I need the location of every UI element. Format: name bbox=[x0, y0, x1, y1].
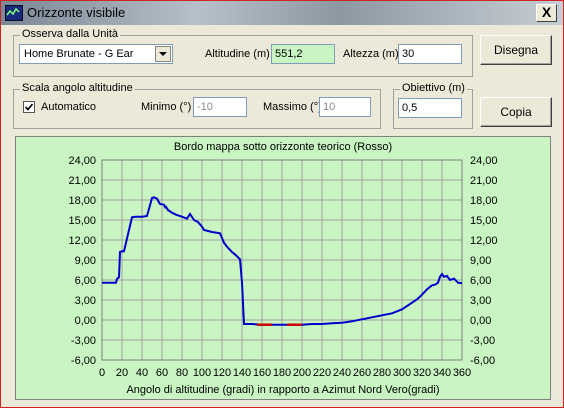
y-tick-label: 0,00 bbox=[470, 315, 491, 327]
x-tick-label: 320 bbox=[413, 367, 431, 379]
y-tick-label: 18,00 bbox=[68, 195, 96, 207]
x-tick-label: 40 bbox=[136, 367, 148, 379]
x-tick-label: 240 bbox=[333, 367, 351, 379]
chart-title: Bordo mappa sotto orizzonte teorico (Ros… bbox=[174, 141, 392, 153]
y-ticks-right: 24,00 21,00 18,00 15,00 12,00 9,00 6,00 3,00 0,0… bbox=[470, 155, 498, 367]
x-tick-label: 0 bbox=[99, 367, 105, 379]
y-tick-label: 6,00 bbox=[75, 275, 96, 287]
x-tick-label: 60 bbox=[156, 367, 168, 379]
title-bar[interactable]: Orizzonte visibile X bbox=[1, 1, 563, 25]
y-tick-label: 21,00 bbox=[470, 175, 498, 187]
y-tick-label: -3,00 bbox=[470, 335, 495, 347]
y-tick-label: 9,00 bbox=[75, 255, 96, 267]
y-tick-label: 24,00 bbox=[470, 155, 498, 167]
altitude-label: Altitudine (m) bbox=[205, 48, 270, 60]
x-tick-label: 340 bbox=[433, 367, 451, 379]
x-tick-label: 120 bbox=[213, 367, 231, 379]
unit-select-value: Home Brunate - G Ear bbox=[24, 48, 134, 60]
automatic-checkbox[interactable] bbox=[23, 101, 35, 113]
x-tick-label: 80 bbox=[176, 367, 188, 379]
window-title: Orizzonte visibile bbox=[27, 5, 126, 20]
y-tick-label: 24,00 bbox=[68, 155, 96, 167]
y-tick-label: 15,00 bbox=[470, 215, 498, 227]
altitude-field[interactable]: 551,2 bbox=[271, 44, 335, 64]
y-tick-label: 15,00 bbox=[68, 215, 96, 227]
automatic-label: Automatico bbox=[41, 101, 97, 113]
y-ticks-left: 24,00 21,00 18,00 15,00 12,00 9,00 6,00 3,00 0,0… bbox=[68, 155, 96, 367]
x-ticks: 0 20 40 60 80 100 120 140 160 180 200 220 240 260 280 3… bbox=[99, 367, 471, 379]
draw-button[interactable]: Disegna bbox=[480, 35, 552, 65]
x-tick-label: 200 bbox=[293, 367, 311, 379]
x-tick-label: 140 bbox=[233, 367, 251, 379]
min-label: Minimo (°) bbox=[141, 101, 192, 113]
x-tick-label: 260 bbox=[353, 367, 371, 379]
chevron-down-icon[interactable] bbox=[155, 46, 171, 62]
checkmark-icon bbox=[24, 103, 34, 111]
x-tick-label: 360 bbox=[453, 367, 471, 379]
y-tick-label: 0,00 bbox=[75, 315, 96, 327]
y-tick-label: 21,00 bbox=[68, 175, 96, 187]
unit-select[interactable]: Home Brunate - G Ear bbox=[19, 44, 173, 64]
objective-field[interactable]: 0,5 bbox=[398, 98, 462, 118]
objective-group-label: Obiettivo (m) bbox=[400, 82, 467, 94]
unit-group-label: Osserva dalla Unità bbox=[20, 28, 120, 40]
horizon-chart: Bordo mappa sotto orizzonte teorico (Ros… bbox=[68, 141, 498, 396]
x-tick-label: 280 bbox=[373, 367, 391, 379]
x-tick-label: 100 bbox=[193, 367, 211, 379]
min-field[interactable]: -10 bbox=[193, 97, 247, 117]
y-tick-label: 12,00 bbox=[68, 235, 96, 247]
x-tick-label: 300 bbox=[393, 367, 411, 379]
y-tick-label: 6,00 bbox=[470, 275, 491, 287]
window-graph-icon bbox=[5, 5, 23, 21]
chart-panel: Bordo mappa sotto orizzonte teorico (Ros… bbox=[15, 136, 551, 400]
copy-button[interactable]: Copia bbox=[480, 97, 552, 127]
close-button[interactable]: X bbox=[536, 4, 557, 22]
max-label: Massimo (°) bbox=[263, 101, 322, 113]
height-field[interactable]: 30 bbox=[398, 44, 462, 64]
x-tick-label: 220 bbox=[313, 367, 331, 379]
y-tick-label: 3,00 bbox=[470, 295, 491, 307]
x-axis-label: Angolo di altitudine (gradi) in rapporto… bbox=[126, 384, 439, 396]
y-tick-label: 18,00 bbox=[470, 195, 498, 207]
y-tick-label: -6,00 bbox=[71, 355, 96, 367]
max-field[interactable]: 10 bbox=[319, 97, 371, 117]
x-tick-label: 180 bbox=[273, 367, 291, 379]
y-tick-label: 3,00 bbox=[75, 295, 96, 307]
y-tick-label: -3,00 bbox=[71, 335, 96, 347]
height-label: Altezza (m) bbox=[343, 48, 399, 60]
y-tick-label: -6,00 bbox=[470, 355, 495, 367]
chart-grid bbox=[101, 159, 463, 361]
x-tick-label: 20 bbox=[116, 367, 128, 379]
y-tick-label: 9,00 bbox=[470, 255, 491, 267]
x-tick-label: 160 bbox=[253, 367, 271, 379]
scale-group-label: Scala angolo altitudine bbox=[20, 82, 135, 94]
dialog-window: Orizzonte visibile X Osserva dalla Unità… bbox=[0, 0, 564, 408]
y-tick-label: 12,00 bbox=[470, 235, 498, 247]
